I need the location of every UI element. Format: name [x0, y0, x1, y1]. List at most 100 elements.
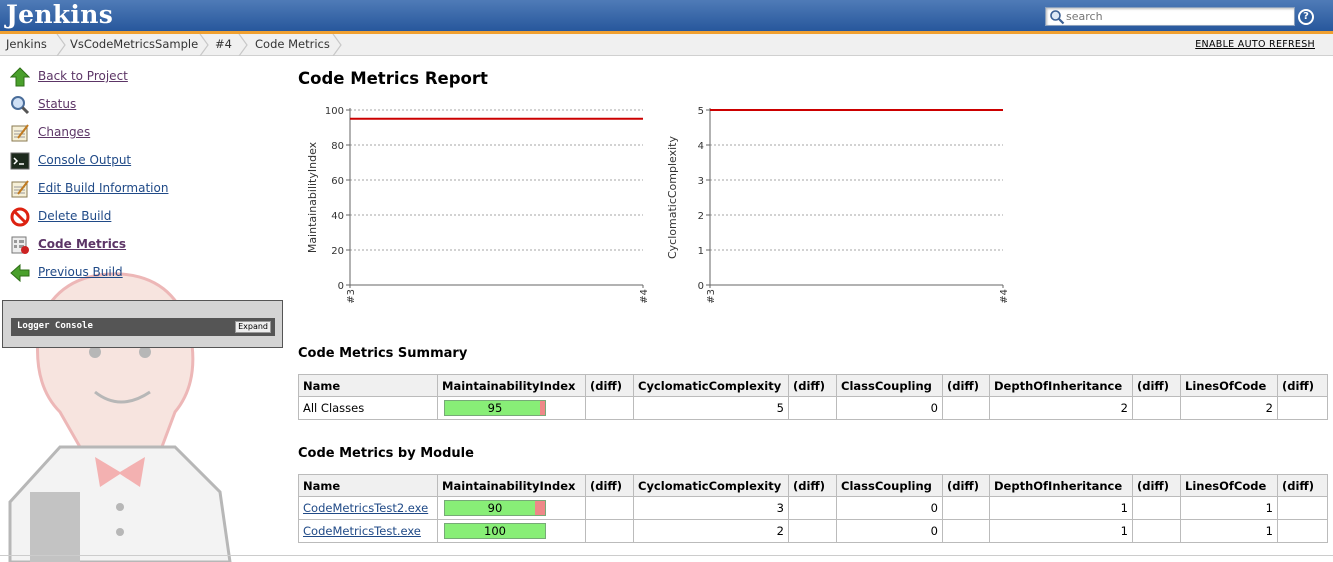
- task-label[interactable]: Back to Project: [38, 69, 128, 83]
- diff-cell: [788, 496, 837, 520]
- coupling-header: ClassCoupling: [836, 374, 943, 397]
- x-tick-label: #3: [706, 289, 717, 304]
- breadcrumb-jenkins[interactable]: Jenkins: [6, 34, 47, 56]
- logger-console-title: Logger Console: [17, 321, 93, 331]
- cc-diff-header: (diff): [788, 374, 837, 397]
- logger-expand-button[interactable]: Expand: [235, 321, 271, 333]
- mi-value: 95: [487, 401, 503, 415]
- logger-console-panel: Logger Console Expand: [2, 300, 283, 348]
- cc-cell: 3: [633, 496, 789, 520]
- notepad-icon: [11, 124, 29, 142]
- x-tick-label: #4: [999, 289, 1010, 304]
- breadcrumb-build[interactable]: #4: [215, 34, 232, 56]
- depth-cell: 2: [989, 396, 1133, 420]
- y-tick-label: 5: [698, 106, 704, 117]
- diff-cell: [1132, 519, 1181, 543]
- breadcrumb-project[interactable]: VsCodeMetricsSample: [70, 34, 198, 56]
- y-tick-label: 0: [338, 281, 344, 292]
- y-tick-label: 2: [698, 211, 704, 222]
- diff-cell: [585, 496, 634, 520]
- diff-cell: [1277, 519, 1328, 543]
- page-title: Code Metrics Report: [298, 69, 488, 88]
- loc-cell: 1: [1180, 496, 1278, 520]
- diff-cell: [1277, 396, 1328, 420]
- report-icon: [11, 236, 29, 254]
- maintainability-index-chart: 0 20 40 60 80 100 #3 #4 MaintainabilityIndex: [306, 106, 650, 304]
- loc-cell: 2: [1180, 396, 1278, 420]
- y-tick-label: 20: [331, 246, 344, 257]
- task-label[interactable]: Console Output: [38, 153, 131, 167]
- y-axis-label: MaintainabilityIndex: [306, 141, 319, 253]
- table-row: CodeMetricsTest2.exe 90 3 0 1 1: [298, 496, 1328, 520]
- help-icon[interactable]: ?: [1298, 9, 1314, 25]
- y-tick-label: 80: [331, 141, 344, 152]
- y-tick-label: 40: [331, 211, 344, 222]
- loc-diff-header: (diff): [1277, 374, 1328, 397]
- loc-diff-header: (diff): [1277, 474, 1328, 497]
- task-label[interactable]: Edit Build Information: [38, 181, 168, 195]
- coupling-cell: 0: [836, 496, 943, 520]
- depth-diff-header: (diff): [1132, 374, 1181, 397]
- breadcrumb-separator-icon: [238, 34, 248, 56]
- task-label[interactable]: Delete Build: [38, 209, 111, 223]
- y-tick-label: 1: [698, 246, 704, 257]
- summary-title: Code Metrics Summary: [298, 346, 468, 361]
- table-header-row: Name MaintainabilityIndex (diff) Cyclomatic…: [298, 374, 1328, 397]
- task-label[interactable]: Changes: [38, 125, 90, 139]
- diff-cell: [942, 496, 990, 520]
- mi-value: 100: [484, 524, 506, 538]
- diff-cell: [942, 396, 990, 420]
- mi-progress-bar: 95: [444, 400, 546, 416]
- cc-cell: 5: [633, 396, 789, 420]
- loc-cell: 1: [1180, 519, 1278, 543]
- no-entry-icon: [10, 207, 30, 227]
- terminal-icon: [10, 152, 30, 170]
- task-label[interactable]: Previous Build: [38, 265, 123, 279]
- mi-value: 90: [487, 501, 503, 515]
- task-label[interactable]: Status: [38, 97, 76, 111]
- diff-cell: [1132, 396, 1181, 420]
- mi-cell: 90: [437, 496, 586, 520]
- table-row: CodeMetricsTest.exe 100 2 0 1 1: [298, 519, 1328, 543]
- x-tick-label: #3: [346, 289, 357, 304]
- name-cell: All Classes: [298, 396, 438, 420]
- coupling-cell: 0: [836, 519, 943, 543]
- cc-header: CyclomaticComplexity: [633, 474, 789, 497]
- cyclomatic-complexity-chart: 0 1 2 3 4 5 #3 #4 CyclomaticComplexity: [666, 106, 1010, 304]
- breadcrumb-separator-icon: [199, 34, 209, 56]
- cc-diff-header: (diff): [788, 474, 837, 497]
- module-link[interactable]: CodeMetricsTest.exe: [303, 524, 421, 538]
- logger-console-bar: Logger Console Expand: [11, 318, 275, 336]
- depth-cell: 1: [989, 519, 1133, 543]
- depth-header: DepthOfInheritance: [989, 474, 1133, 497]
- diff-cell: [585, 519, 634, 543]
- breadcrumb-code-metrics[interactable]: Code Metrics: [255, 34, 330, 56]
- breadcrumb-separator-icon: [56, 34, 66, 56]
- depth-diff-header: (diff): [1132, 474, 1181, 497]
- module-link[interactable]: CodeMetricsTest2.exe: [303, 501, 428, 515]
- mi-progress-bar: 100: [444, 523, 546, 539]
- jenkins-logo[interactable]: Jenkins: [6, 0, 113, 29]
- search-input[interactable]: [1066, 8, 1292, 25]
- search-box[interactable]: [1045, 7, 1295, 26]
- coupling-diff-header: (diff): [942, 374, 990, 397]
- left-arrow-icon: [10, 263, 30, 283]
- y-axis-label: CyclomaticComplexity: [666, 136, 679, 260]
- coupling-cell: 0: [836, 396, 943, 420]
- notepad-icon: [11, 180, 29, 198]
- diff-cell: [1132, 496, 1181, 520]
- task-label[interactable]: Code Metrics: [38, 237, 126, 251]
- y-tick-label: 4: [698, 141, 704, 152]
- name-header: Name: [298, 374, 438, 397]
- header-bar: Jenkins ?: [0, 0, 1333, 31]
- search-icon: [1050, 10, 1065, 25]
- sidebar: Back to Project Status Changes Console O…: [0, 56, 290, 562]
- diff-cell: [788, 396, 837, 420]
- name-cell: CodeMetricsTest2.exe: [298, 496, 438, 520]
- diff-cell: [788, 519, 837, 543]
- loc-header: LinesOfCode: [1180, 374, 1278, 397]
- name-label: All Classes: [303, 401, 365, 415]
- enable-auto-refresh-link[interactable]: ENABLE AUTO REFRESH: [1195, 34, 1315, 56]
- table-header-row: Name MaintainabilityIndex (diff) Cyclomatic…: [298, 474, 1328, 497]
- mi-diff-header: (diff): [585, 374, 634, 397]
